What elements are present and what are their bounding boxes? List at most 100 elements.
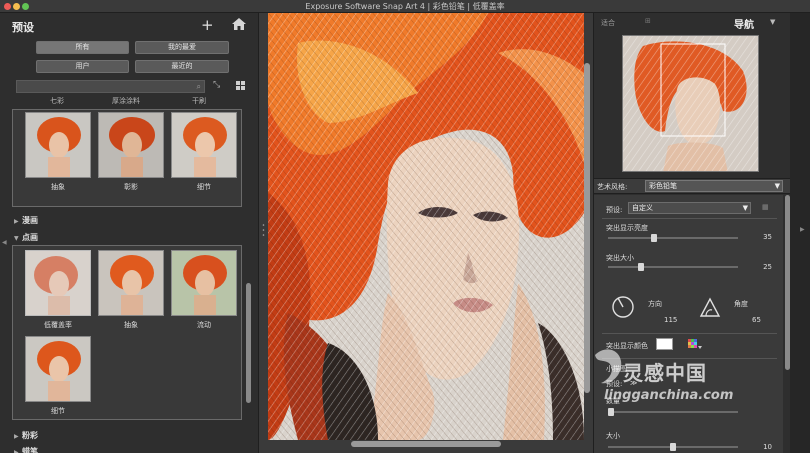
fit-tab[interactable]: 适合 xyxy=(601,18,615,28)
navigator-preview[interactable] xyxy=(622,35,759,172)
divider xyxy=(602,218,777,219)
expand-arrow-icon: ▶ xyxy=(14,433,19,440)
app-window: Exposure Software Snap Art 4 | 彩色铅笔 | 低覆… xyxy=(0,0,810,453)
category-label: 点画 xyxy=(22,233,38,242)
portrait-thumbnail-image xyxy=(26,113,90,177)
expand-arrow-icon: ▶ xyxy=(14,218,19,225)
portrait-thumbnail-image xyxy=(99,113,163,177)
highlight-brightness-value: 35 xyxy=(763,233,772,241)
artwork-canvas[interactable] xyxy=(268,13,584,440)
category-pointillism[interactable]: ▼ 点画 xyxy=(14,232,38,243)
mini-strokes-size-slider[interactable] xyxy=(608,443,738,451)
art-style-value: 彩色铅笔 xyxy=(649,182,677,190)
home-icon[interactable] xyxy=(232,18,246,30)
preset-label: 细节 xyxy=(197,183,211,191)
preset-thumbnail-flow[interactable] xyxy=(171,250,237,316)
watermark-text: 灵感中国 xyxy=(623,361,707,385)
angle-dial-icon[interactable] xyxy=(698,296,722,318)
presets-panel: 预设 + 所有 我的最爱 用户 最近的 ⌕ ⤡ 七彩 厚涂涂料 干刷 抽象 彰影… xyxy=(0,13,258,453)
preset-group-pointillism: 低覆盖率 抽象 流动 细节 xyxy=(12,245,242,420)
slider-knob[interactable] xyxy=(650,234,657,242)
preset-label: 抽象 xyxy=(124,321,138,329)
highlight-size-label: 突出大小 xyxy=(606,254,634,262)
canvas-area xyxy=(258,13,594,453)
preset-thumbnail-low-coverage[interactable] xyxy=(25,250,91,316)
portrait-thumbnail-image xyxy=(26,251,90,315)
add-preset-icon[interactable]: + xyxy=(201,16,214,34)
grid-view-icon[interactable] xyxy=(236,81,245,90)
title-bar: Exposure Software Snap Art 4 | 彩色铅笔 | 低覆… xyxy=(0,0,810,13)
list-item-label: 七彩 xyxy=(50,97,64,105)
list-item-label: 干刷 xyxy=(192,97,206,105)
category-manga[interactable]: ▶ 漫画 xyxy=(14,215,38,226)
highlight-brightness-label: 突出显示亮度 xyxy=(606,224,648,232)
watermark-url: lingganchina.com xyxy=(604,388,734,403)
filter-recent-button[interactable]: 最近的 xyxy=(135,60,229,73)
preset-group: 抽象 彰影 细节 xyxy=(12,109,242,207)
canvas-horizontal-scrollbar[interactable] xyxy=(351,441,501,447)
direction-label: 方向 xyxy=(648,300,662,308)
preset-label: 预设: xyxy=(606,206,623,214)
collapse-left-panel-icon[interactable]: ◀ xyxy=(2,239,7,246)
panel-divider-handle[interactable] xyxy=(262,222,265,238)
preset-label: 细节 xyxy=(51,407,65,415)
collapse-right-panel-icon[interactable]: ▶ xyxy=(800,226,805,233)
partially-visible-labels: 七彩 厚涂涂料 干刷 xyxy=(10,97,244,107)
chevron-down-icon[interactable]: ▼ xyxy=(770,18,775,26)
slider-knob[interactable] xyxy=(608,408,614,416)
navigator-thumbnail-image xyxy=(623,36,758,171)
scrollbar-thumb[interactable] xyxy=(246,283,251,403)
portrait-thumbnail-image xyxy=(172,113,236,177)
angle-label: 角度 xyxy=(734,300,748,308)
chevron-down-icon: ▼ xyxy=(742,204,748,212)
slider-knob[interactable] xyxy=(670,443,676,451)
mini-strokes-size-label: 大小 xyxy=(606,432,620,440)
category-pastel[interactable]: ▶ 粉彩 xyxy=(14,430,38,441)
highlight-brightness-slider[interactable] xyxy=(608,234,738,242)
preset-dropdown[interactable]: 自定义 ▼ xyxy=(628,202,751,214)
settings-section: 预设: 自定义 ▼ ▦ 突出显示亮度 35 突出大小 25 方向 115 角度 … xyxy=(594,195,783,453)
mini-strokes-size-value: 10 xyxy=(763,443,772,451)
navigator-title: 导航 xyxy=(734,20,754,31)
highlight-size-slider[interactable] xyxy=(608,263,738,271)
search-icon: ⌕ xyxy=(196,82,201,91)
preset-options-icon[interactable]: ▦ xyxy=(762,203,769,211)
angle-value: 65 xyxy=(752,316,761,324)
preset-label: 抽象 xyxy=(51,183,65,191)
scrollbar-thumb[interactable] xyxy=(584,63,590,393)
portrait-thumbnail-image xyxy=(99,251,163,315)
preset-list: 七彩 厚涂涂料 干刷 抽象 彰影 细节 ▶ 漫画 ▼ 点画 低覆盖率 抽象 流动… xyxy=(10,97,244,453)
preset-list-scrollbar[interactable] xyxy=(246,113,251,443)
filter-all-button[interactable]: 所有 xyxy=(36,41,129,54)
list-item-label: 厚涂涂料 xyxy=(112,97,140,105)
divider xyxy=(602,333,777,334)
art-style-label: 艺术风格: xyxy=(597,183,628,191)
slider-knob[interactable] xyxy=(637,263,644,271)
preset-label: 低覆盖率 xyxy=(44,321,72,329)
preset-search-input[interactable]: ⌕ xyxy=(16,80,205,93)
preset-thumbnail-shadow[interactable] xyxy=(98,112,164,178)
mini-strokes-count-slider[interactable] xyxy=(608,408,738,416)
collapse-arrow-icon: ▼ xyxy=(14,235,19,242)
preset-thumbnail-detail[interactable] xyxy=(25,336,91,402)
portrait-thumbnail-image xyxy=(26,337,90,401)
category-label: 蜡笔 xyxy=(22,447,38,453)
zoom-tab-icon[interactable]: ⊞ xyxy=(645,17,651,25)
direction-dial-icon[interactable] xyxy=(611,295,635,319)
colored-pencil-portrait-image xyxy=(268,13,584,440)
highlight-size-value: 25 xyxy=(763,263,772,271)
category-crayon[interactable]: ▶ 蜡笔 xyxy=(14,446,38,453)
preset-thumbnail-abstract[interactable] xyxy=(25,112,91,178)
preset-thumbnail-detail[interactable] xyxy=(171,112,237,178)
portrait-thumbnail-image xyxy=(172,251,236,315)
window-title: Exposure Software Snap Art 4 | 彩色铅笔 | 低覆… xyxy=(305,2,505,11)
art-style-dropdown[interactable]: 彩色铅笔 ▼ xyxy=(645,180,783,192)
preset-label: 流动 xyxy=(197,321,211,329)
preset-thumbnail-abstract[interactable] xyxy=(98,250,164,316)
collapse-all-icon[interactable]: ⤡ xyxy=(213,80,220,90)
direction-value: 115 xyxy=(664,316,678,324)
presets-title: 预设 xyxy=(12,21,34,34)
filter-user-button[interactable]: 用户 xyxy=(36,60,129,73)
expand-arrow-icon: ▶ xyxy=(14,449,19,453)
filter-favorites-button[interactable]: 我的最爱 xyxy=(135,41,229,54)
